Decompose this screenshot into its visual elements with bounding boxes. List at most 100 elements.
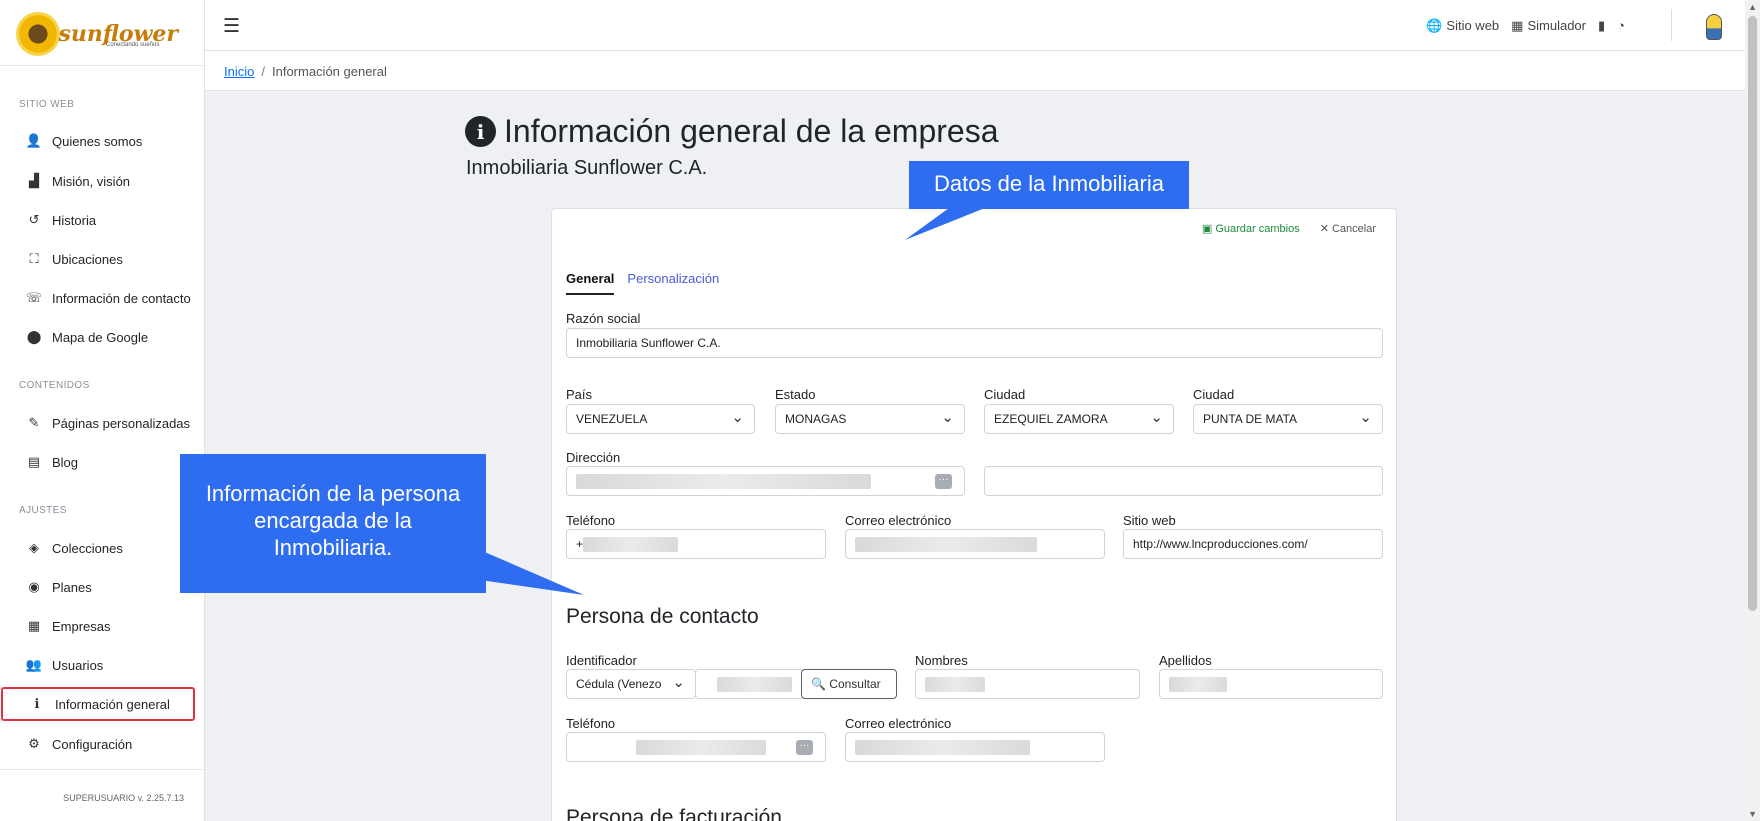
sidebar-item-empresas[interactable]: ▦ Empresas [0,609,204,643]
telefono-prefix: + [576,537,584,551]
sidebar-item-mision[interactable]: ▟ Misión, visión [0,164,204,198]
tab-personalizacion[interactable]: Personalización [627,271,719,295]
menu-toggle-icon[interactable]: ☰ [223,15,240,38]
callout-datos-inmobiliaria: Datos de la Inmobiliaria [909,161,1189,209]
callout-left-pointer [480,550,584,595]
sidebar-item-usuarios[interactable]: 👥 Usuarios [0,648,204,682]
ciudad-value: EZEQUIEL ZAMORA [994,412,1108,426]
correo-label: Correo electrónico [845,513,952,528]
sitio-web-value: http://www.lncproducciones.com/ [1133,537,1308,551]
map-location-icon: ⛶ [29,251,39,266]
info-circle-icon: i [465,116,496,147]
razon-social-input[interactable]: Inmobiliaria Sunflower C.A. [566,328,1383,358]
topbar-divider [1671,9,1672,41]
sidebar-item-label: Páginas personalizadas [52,415,191,431]
topbar: ☰ 🌐 Sitio web ▦ Simulador ▮ ◔ [205,0,1745,51]
redacted-value [636,739,766,755]
sidebar-item-quienes-somos[interactable]: 👤 Quienes somos [0,124,204,158]
contact-telefono-input[interactable]: ··· [566,732,826,762]
logo[interactable]: sunflower Conectando sueños [0,0,204,66]
direccion-label: Dirección [566,450,621,465]
ciudad-2-label: Ciudad [1193,387,1235,402]
sidebar-item-blog[interactable]: ▤ Blog [0,445,204,479]
sidebar-item-label: Mapa de Google [52,329,149,345]
redacted-value [717,676,792,692]
estado-label: Estado [775,387,816,402]
card-actions: ▣ Guardar cambios ✕ Cancelar [1202,222,1376,235]
more-options-icon[interactable]: ··· [935,474,952,489]
consultar-button[interactable]: 🔍 Consultar [801,669,897,699]
sidebar-item-historia[interactable]: ↺ Historia [0,203,204,237]
section-title-ajustes: AJUSTES [19,505,67,516]
correo-input[interactable] [845,529,1105,559]
sidebar-item-label: Misión, visión [52,173,131,189]
sitio-web-label: Sitio web [1446,18,1500,33]
apellidos-input[interactable] [1159,669,1383,699]
identificador-type-select[interactable]: Cédula (Venezo [566,669,696,699]
identificador-type-value: Cédula (Venezo [576,677,662,691]
version-label: SUPERUSUARIO v. 2.25.7.13 [63,793,184,803]
contact-correo-input[interactable] [845,732,1105,762]
section-title-sitio-web: SITIO WEB [19,99,75,110]
estado-value: MONAGAS [785,412,847,426]
sidebar-item-label: Información general [55,696,170,712]
billing-section-title: Persona de facturación [566,806,782,821]
sidebar-item-informacion-general[interactable]: ℹ Información general [1,687,195,721]
sidebar-item-colecciones[interactable]: ◈ Colecciones [0,531,204,565]
ciudad-select[interactable]: EZEQUIEL ZAMORA [984,404,1174,434]
sidebar-item-label: Información de contacto [52,290,191,306]
direccion-2-input[interactable] [984,466,1383,496]
tab-general[interactable]: General [566,271,615,295]
brand-tagline: Conectando sueños [106,42,160,48]
book-icon[interactable]: ▮ [1598,18,1605,34]
phone-icon: ☏ [25,290,43,305]
breadcrumb-current: Información general [271,64,387,79]
globe-icon: 🌐 [1426,18,1443,33]
simulador-link[interactable]: ▦ Simulador [1511,18,1586,34]
floppy-disk-icon: ▣ [1201,223,1213,235]
sidebar-item-paginas[interactable]: ✎ Páginas personalizadas [0,406,204,440]
pais-value: VENEZUELA [576,412,648,426]
telefono-label: Teléfono [566,513,616,528]
sidebar: sunflower Conectando sueños SITIO WEB 👤 Q… [0,0,205,821]
sidebar-item-mapa[interactable]: ⬤ Mapa de Google [0,320,204,354]
direccion-input[interactable]: ··· [566,466,965,496]
sidebar-item-contacto[interactable]: ☏ Información de contacto [0,281,204,315]
sidebar-item-planes[interactable]: ◉ Planes [0,570,204,604]
sidebar-item-label: Planes [52,579,92,595]
sidebar-item-configuracion[interactable]: ⚙ Configuración [0,727,204,761]
ciudad-2-select[interactable]: PUNTA DE MATA [1193,404,1383,434]
avatar[interactable] [1706,14,1722,40]
sitio-web-link[interactable]: 🌐 Sitio web [1426,18,1499,34]
cancel-button[interactable]: ✕ Cancelar [1320,222,1376,235]
razon-social-value: Inmobiliaria Sunflower C.A. [576,336,721,350]
nombres-input[interactable] [915,669,1140,699]
scroll-down-arrow-icon[interactable]: ▼ [1748,809,1757,819]
save-button[interactable]: ▣ Guardar cambios [1202,222,1300,235]
edit-page-icon: ✎ [28,415,40,430]
pais-select[interactable]: VENEZUELA [566,404,755,434]
scrollbar[interactable]: ▲ ▼ [1745,0,1760,821]
telefono-input[interactable]: + [566,529,826,559]
identificador-label: Identificador [566,653,637,668]
history-icon: ↺ [28,212,40,227]
sidebar-item-label: Quienes somos [52,133,143,149]
identificador-number-input[interactable] [695,669,805,699]
redacted-value [576,473,871,489]
breadcrumb-home-link[interactable]: Inicio [224,64,254,79]
sitio-web-input[interactable]: http://www.lncproducciones.com/ [1123,529,1383,559]
page-title: i Información general de la empresa [465,113,999,150]
contact-section-title: Persona de contacto [566,605,759,628]
sidebar-item-label: Empresas [52,618,111,634]
form-tabs: General Personalización [566,271,719,295]
info-icon: ℹ [34,696,40,711]
sidebar-item-ubicaciones[interactable]: ⛶ Ubicaciones [0,242,204,276]
headset-icon[interactable]: ◔ [1617,18,1625,34]
estado-select[interactable]: MONAGAS [775,404,965,434]
scrollbar-thumb[interactable] [1748,16,1757,611]
sidebar-item-label: Ubicaciones [52,251,123,267]
consultar-label: Consultar [829,677,881,691]
sidebar-item-label: Historia [52,212,97,228]
more-options-icon[interactable]: ··· [796,740,813,755]
scroll-up-arrow-icon[interactable]: ▲ [1748,2,1757,12]
